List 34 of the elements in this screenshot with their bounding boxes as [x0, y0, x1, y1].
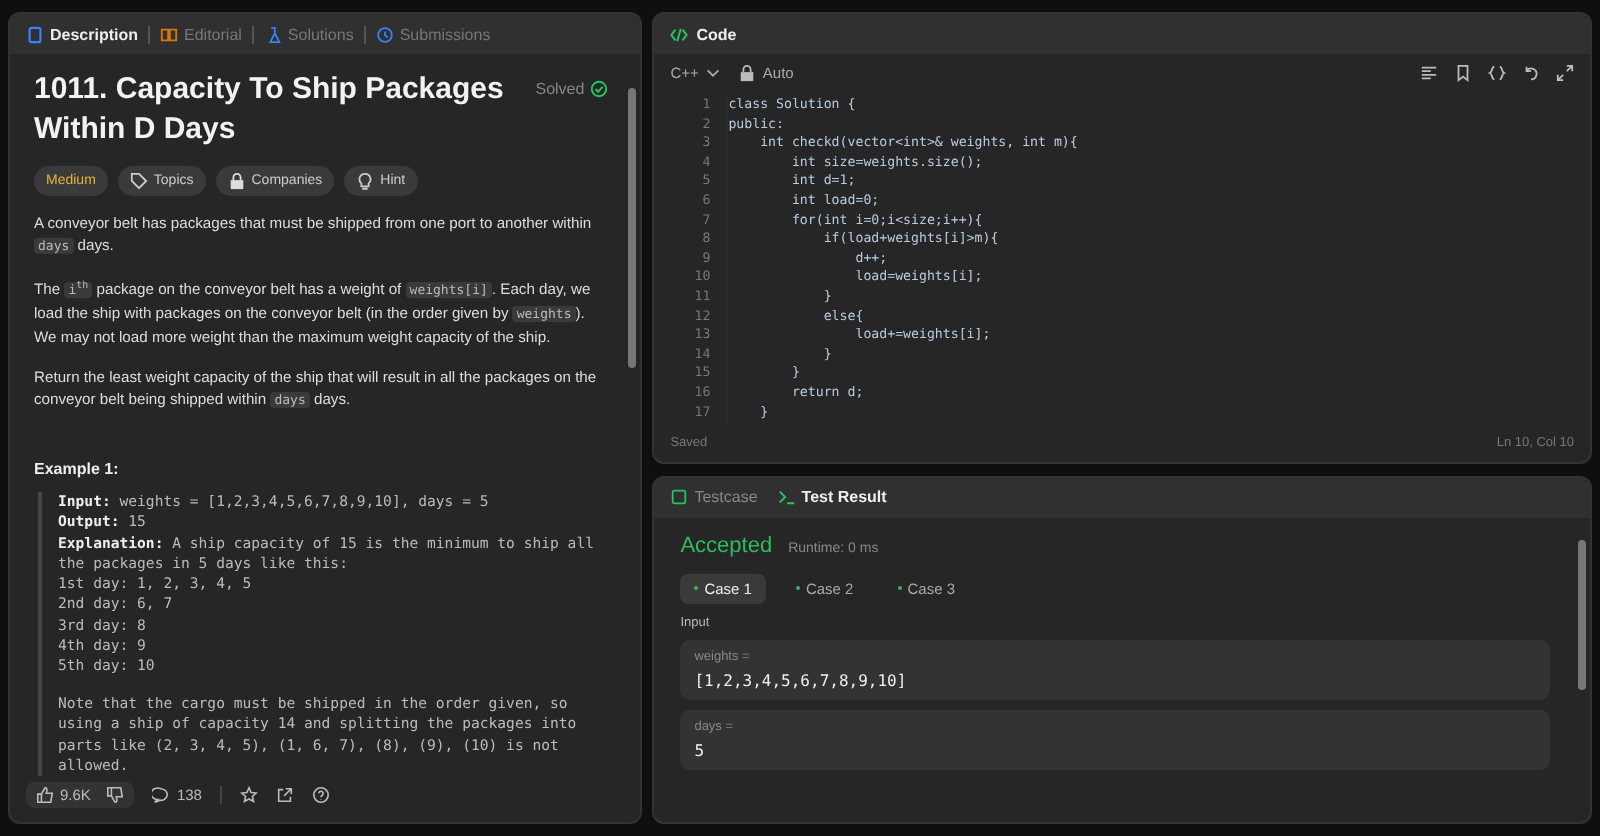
document-icon — [26, 25, 44, 44]
flask-icon — [263, 25, 282, 44]
reset-icon[interactable] — [1522, 63, 1540, 81]
lightbulb-icon — [356, 172, 375, 191]
tab[interactable]: Testcase — [670, 488, 758, 507]
clock-icon — [375, 25, 394, 44]
tag-icon — [129, 172, 148, 191]
tab[interactable]: Test Result — [777, 488, 887, 507]
lock-icon — [227, 172, 246, 191]
variable-value: [1,2,3,4,5,6,7,8,9,10] — [694, 671, 909, 690]
braces-icon[interactable] — [1488, 63, 1506, 81]
checkbox-icon — [670, 488, 689, 507]
bookmark-icon[interactable] — [1454, 63, 1472, 81]
panel-title: Code — [696, 25, 737, 43]
star-icon[interactable] — [239, 785, 258, 804]
book-icon — [160, 25, 179, 44]
verdict-label: Accepted — [680, 533, 773, 558]
variable-value: 5 — [694, 741, 707, 760]
format-icon[interactable] — [1420, 63, 1438, 81]
check-circle-icon — [590, 80, 609, 99]
share-icon[interactable] — [275, 785, 294, 804]
solved-label: Solved — [535, 80, 585, 99]
terminal-icon — [777, 488, 796, 507]
speech-bubble-icon — [152, 785, 171, 804]
expand-icon[interactable] — [1556, 63, 1574, 81]
lock-icon — [738, 63, 757, 81]
problem-title: 1011. Capacity To Ship Packages Within D Days — [34, 70, 506, 151]
thumbs-down-icon — [106, 785, 125, 804]
example-heading: Example 1: — [34, 460, 121, 479]
help-icon[interactable] — [311, 785, 330, 804]
thumbs-up-icon — [36, 785, 54, 804]
tab[interactable]: Description — [26, 25, 139, 44]
code-brackets-icon — [670, 25, 689, 43]
dislike-button[interactable] — [106, 785, 125, 804]
